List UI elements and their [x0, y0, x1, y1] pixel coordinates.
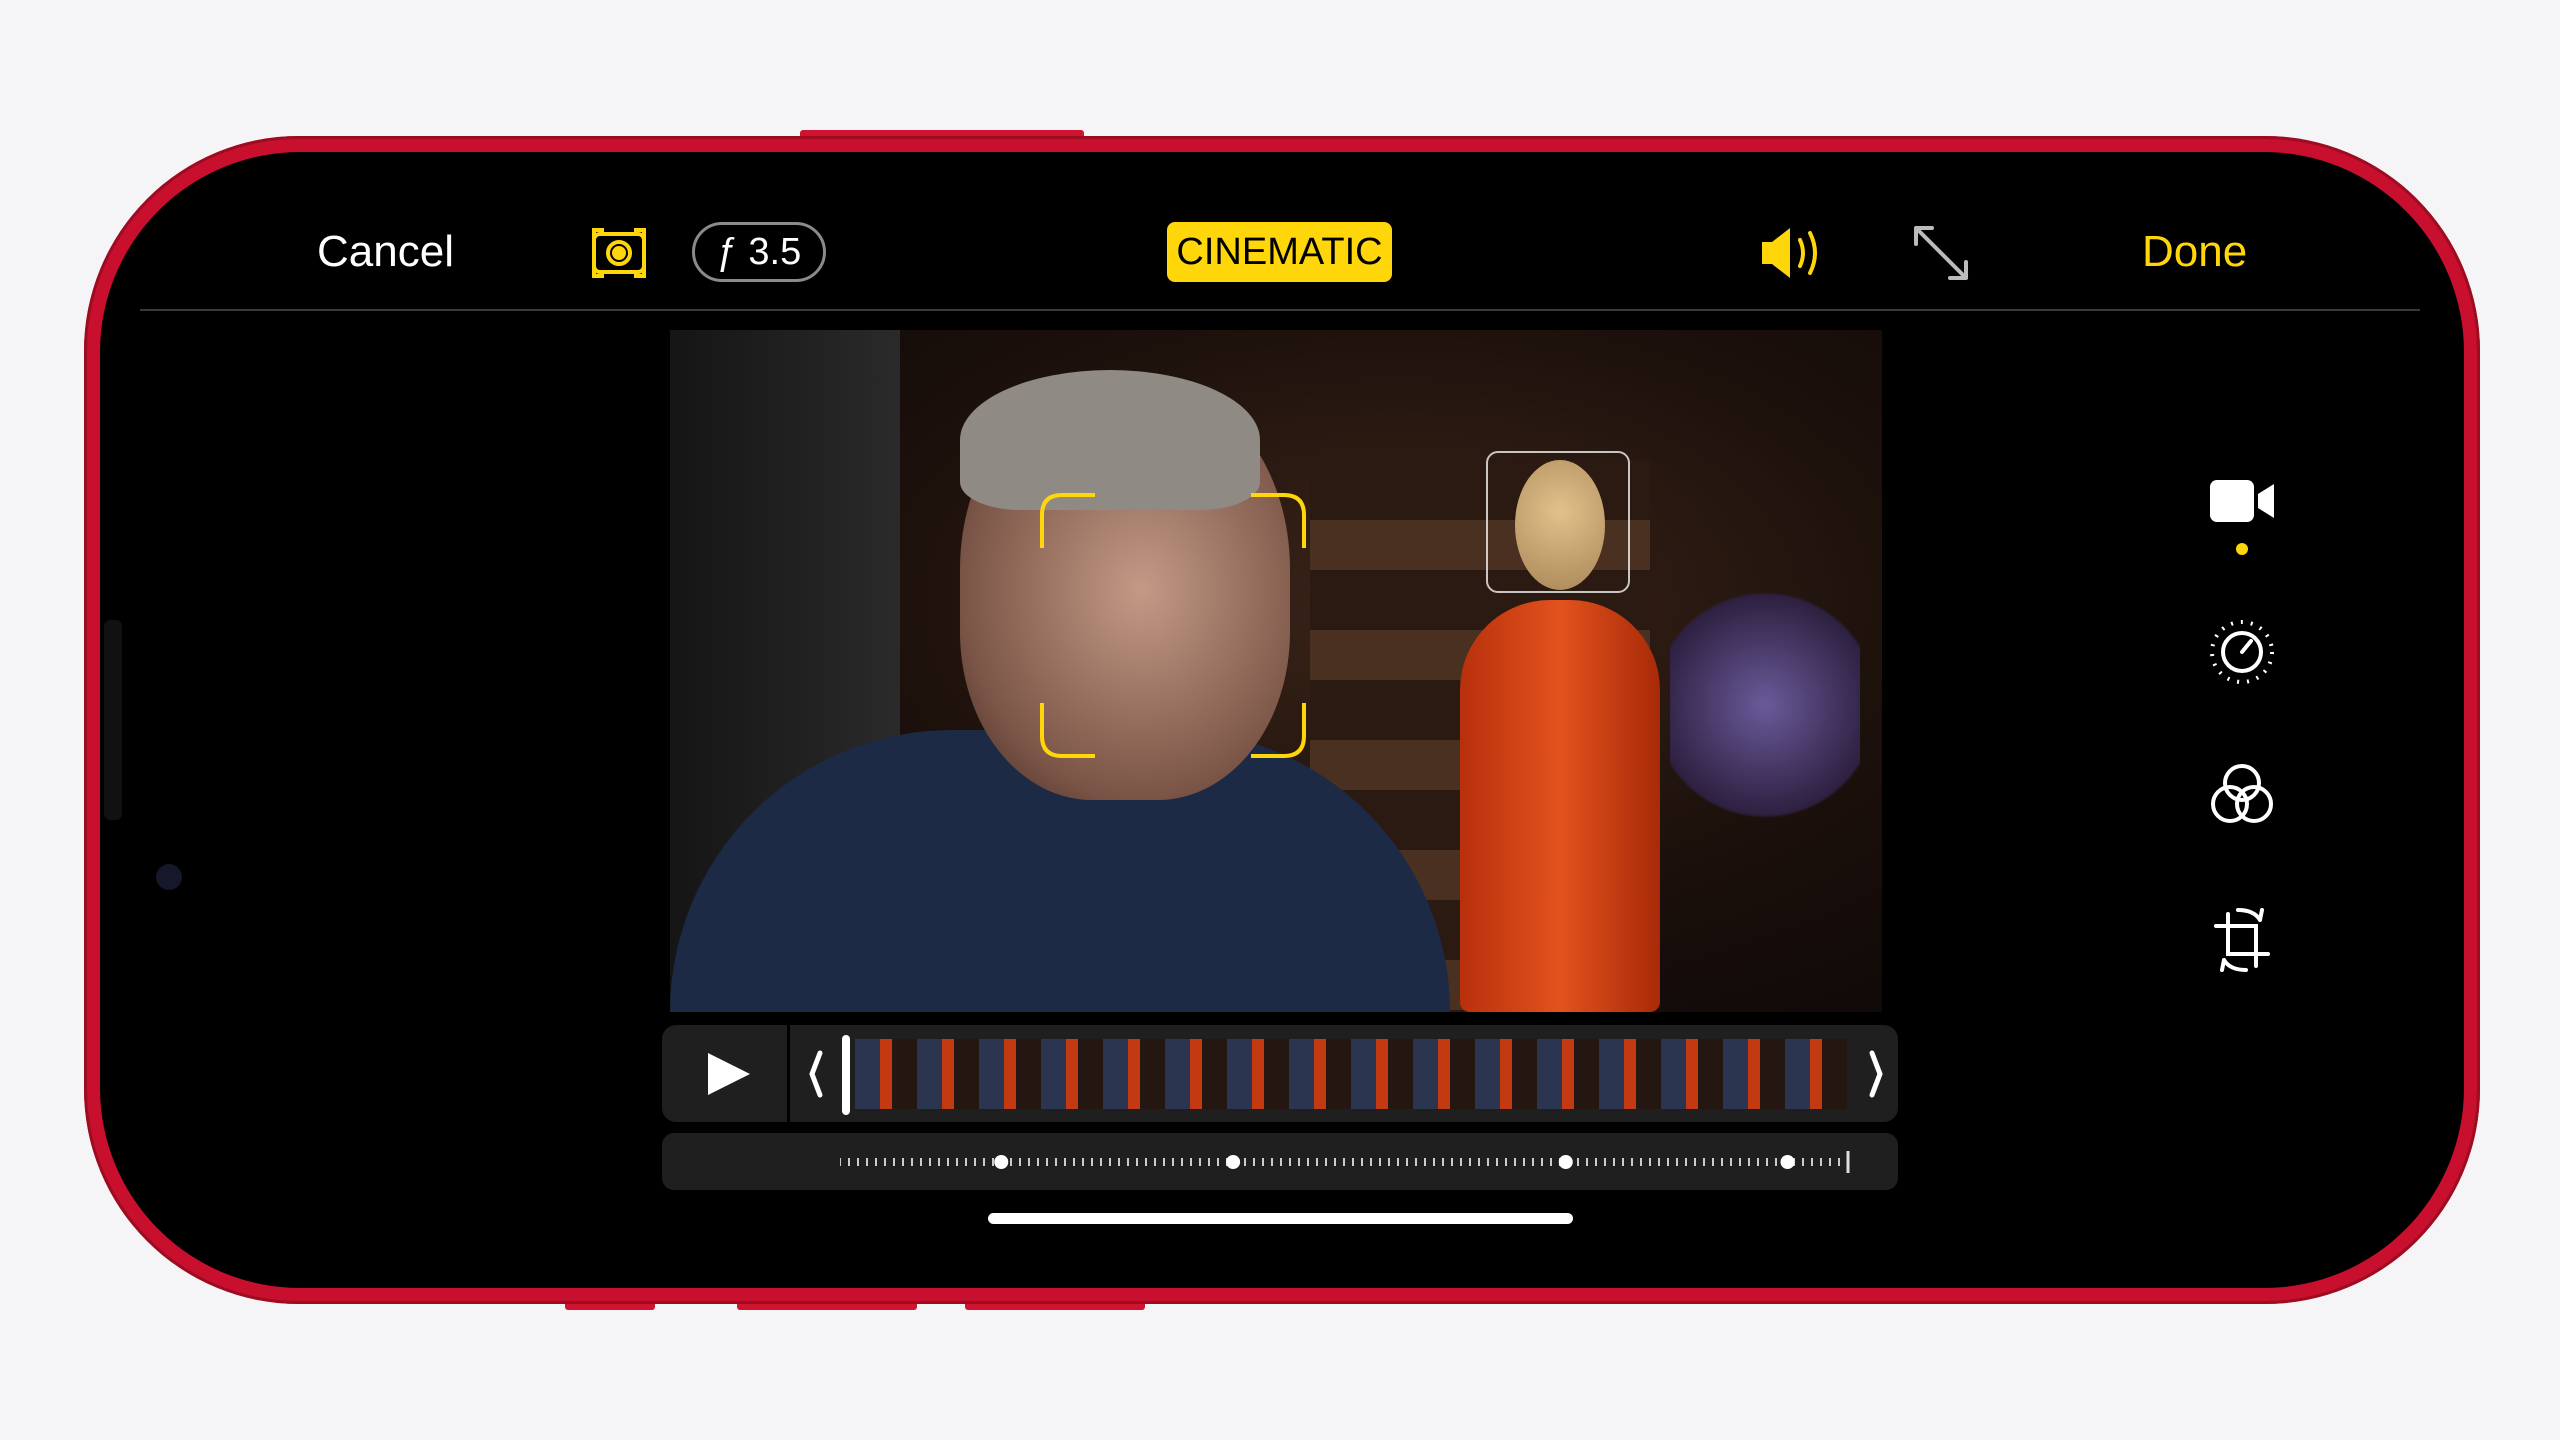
speaker-wave-icon[interactable] — [1758, 224, 1830, 282]
video-camera-icon[interactable] — [2208, 476, 2278, 526]
trim-end-handle[interactable] — [1866, 1049, 1886, 1099]
play-button[interactable] — [662, 1025, 790, 1122]
filmstrip-frame — [1661, 1039, 1723, 1109]
focus-point[interactable] — [994, 1155, 1009, 1169]
filmstrip-frame — [1537, 1039, 1599, 1109]
cancel-button[interactable]: Cancel — [317, 224, 454, 280]
filmstrip-frame — [1041, 1039, 1103, 1109]
trim-start-handle[interactable] — [806, 1049, 826, 1099]
focus-point[interactable] — [1558, 1155, 1573, 1169]
secondary-subject-box[interactable] — [1486, 451, 1630, 593]
filmstrip-frame — [979, 1039, 1041, 1109]
video-preview[interactable] — [670, 330, 1882, 1012]
filmstrip-frame — [855, 1039, 917, 1109]
woman-dress — [1460, 600, 1660, 1012]
filmstrip-frame — [1289, 1039, 1351, 1109]
filmstrip-frame — [1165, 1039, 1227, 1109]
filmstrip-frame — [1227, 1039, 1289, 1109]
filmstrip-frame — [1351, 1039, 1413, 1109]
home-indicator[interactable] — [988, 1213, 1573, 1224]
focus-bracket[interactable] — [1040, 493, 1306, 758]
focus-point[interactable] — [1780, 1155, 1795, 1169]
timeline-strip — [662, 1025, 1898, 1122]
filmstrip-frame — [1723, 1039, 1785, 1109]
filmstrip-frame — [1475, 1039, 1537, 1109]
filters-icon[interactable] — [2208, 762, 2276, 828]
focus-point[interactable] — [1226, 1155, 1241, 1169]
adjust-dial-icon[interactable] — [2208, 618, 2276, 686]
crop-rotate-icon[interactable] — [2208, 904, 2276, 976]
filmstrip[interactable] — [855, 1025, 1847, 1122]
aperture-button[interactable]: ƒ 3.5 — [692, 222, 826, 282]
cinematic-toggle[interactable]: CINEMATIC — [1167, 222, 1392, 282]
active-tool-indicator — [2236, 543, 2248, 555]
focus-track[interactable] — [662, 1133, 1898, 1190]
notch-edge — [104, 620, 122, 820]
done-button[interactable]: Done — [2142, 224, 2247, 280]
filmstrip-frame — [1599, 1039, 1661, 1109]
focus-lock-icon[interactable] — [590, 224, 648, 282]
playhead[interactable] — [842, 1035, 850, 1115]
expand-arrows-icon[interactable] — [1910, 222, 1972, 284]
filmstrip-frame — [917, 1039, 979, 1109]
filmstrip-frame — [1785, 1039, 1847, 1109]
filmstrip-frame — [1103, 1039, 1165, 1109]
focus-track-ticks — [840, 1151, 1850, 1173]
man-hair — [960, 370, 1260, 510]
divider — [140, 309, 2420, 311]
front-camera — [156, 864, 182, 890]
flowers — [1670, 580, 1860, 830]
filmstrip-frame — [1413, 1039, 1475, 1109]
